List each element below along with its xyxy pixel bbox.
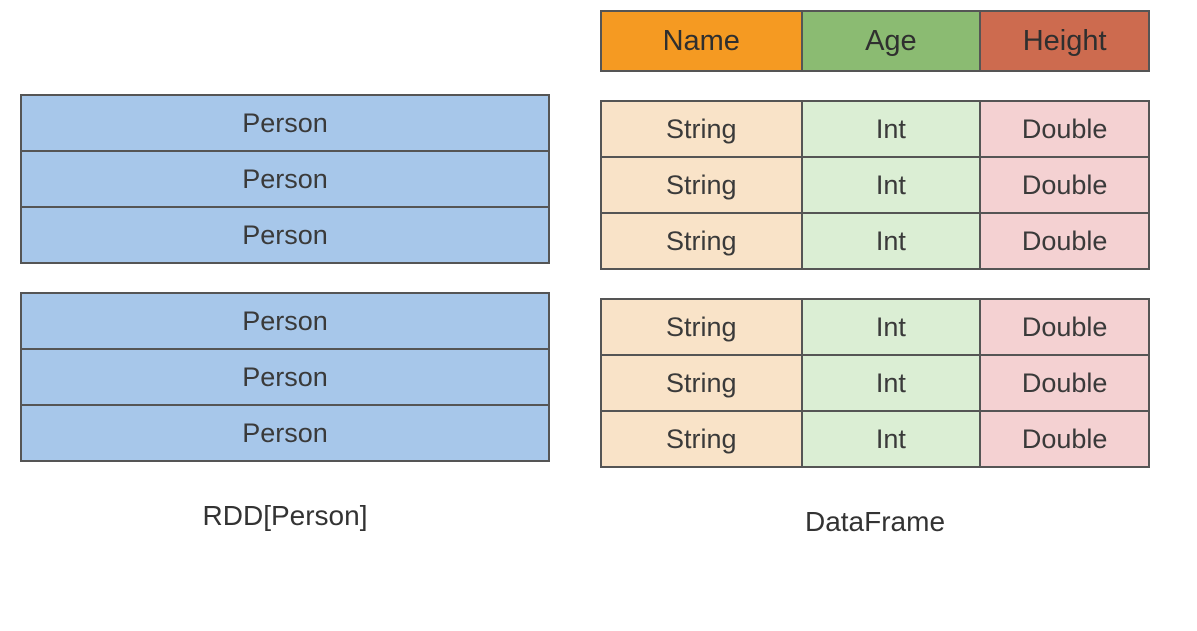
df-row: String Int Double bbox=[602, 212, 1148, 268]
rdd-cell-person: Person bbox=[22, 96, 548, 150]
df-cell-name: String bbox=[602, 300, 801, 354]
df-cell-height: Double bbox=[979, 356, 1148, 410]
rdd-row: Person bbox=[22, 348, 548, 404]
df-row: String Int Double bbox=[602, 102, 1148, 156]
df-row: String Int Double bbox=[602, 156, 1148, 212]
rdd-cell-person: Person bbox=[22, 152, 548, 206]
df-cell-height: Double bbox=[979, 158, 1148, 212]
df-cell-height: Double bbox=[979, 412, 1148, 466]
df-row: String Int Double bbox=[602, 300, 1148, 354]
df-cell-age: Int bbox=[801, 356, 980, 410]
df-cell-height: Double bbox=[979, 214, 1148, 268]
df-header-height: Height bbox=[979, 12, 1148, 70]
rdd-cell-person: Person bbox=[22, 406, 548, 460]
rdd-cell-person: Person bbox=[22, 208, 548, 262]
rdd-block-2: Person Person Person bbox=[20, 292, 550, 462]
df-cell-age: Int bbox=[801, 300, 980, 354]
df-cell-name: String bbox=[602, 356, 801, 410]
df-block-1: String Int Double String Int Double Stri… bbox=[600, 100, 1150, 270]
rdd-row: Person bbox=[22, 96, 548, 150]
rdd-cell-person: Person bbox=[22, 294, 548, 348]
rdd-row: Person bbox=[22, 150, 548, 206]
rdd-cell-person: Person bbox=[22, 350, 548, 404]
df-cell-name: String bbox=[602, 214, 801, 268]
df-cell-name: String bbox=[602, 158, 801, 212]
df-cell-age: Int bbox=[801, 214, 980, 268]
rdd-block-1: Person Person Person bbox=[20, 94, 550, 264]
df-row: String Int Double bbox=[602, 354, 1148, 410]
df-block-2: String Int Double String Int Double Stri… bbox=[600, 298, 1150, 468]
df-header: Name Age Height bbox=[600, 10, 1150, 72]
rdd-row: Person bbox=[22, 404, 548, 460]
df-cell-age: Int bbox=[801, 102, 980, 156]
df-cell-age: Int bbox=[801, 412, 980, 466]
df-cell-height: Double bbox=[979, 102, 1148, 156]
df-cell-name: String bbox=[602, 412, 801, 466]
df-cell-name: String bbox=[602, 102, 801, 156]
rdd-row: Person bbox=[22, 206, 548, 262]
df-cell-age: Int bbox=[801, 158, 980, 212]
df-header-name: Name bbox=[602, 12, 801, 70]
df-header-age: Age bbox=[801, 12, 980, 70]
rdd-row: Person bbox=[22, 294, 548, 348]
df-row: String Int Double bbox=[602, 410, 1148, 466]
rdd-caption: RDD[Person] bbox=[20, 500, 550, 532]
df-caption: DataFrame bbox=[600, 506, 1150, 538]
df-cell-height: Double bbox=[979, 300, 1148, 354]
